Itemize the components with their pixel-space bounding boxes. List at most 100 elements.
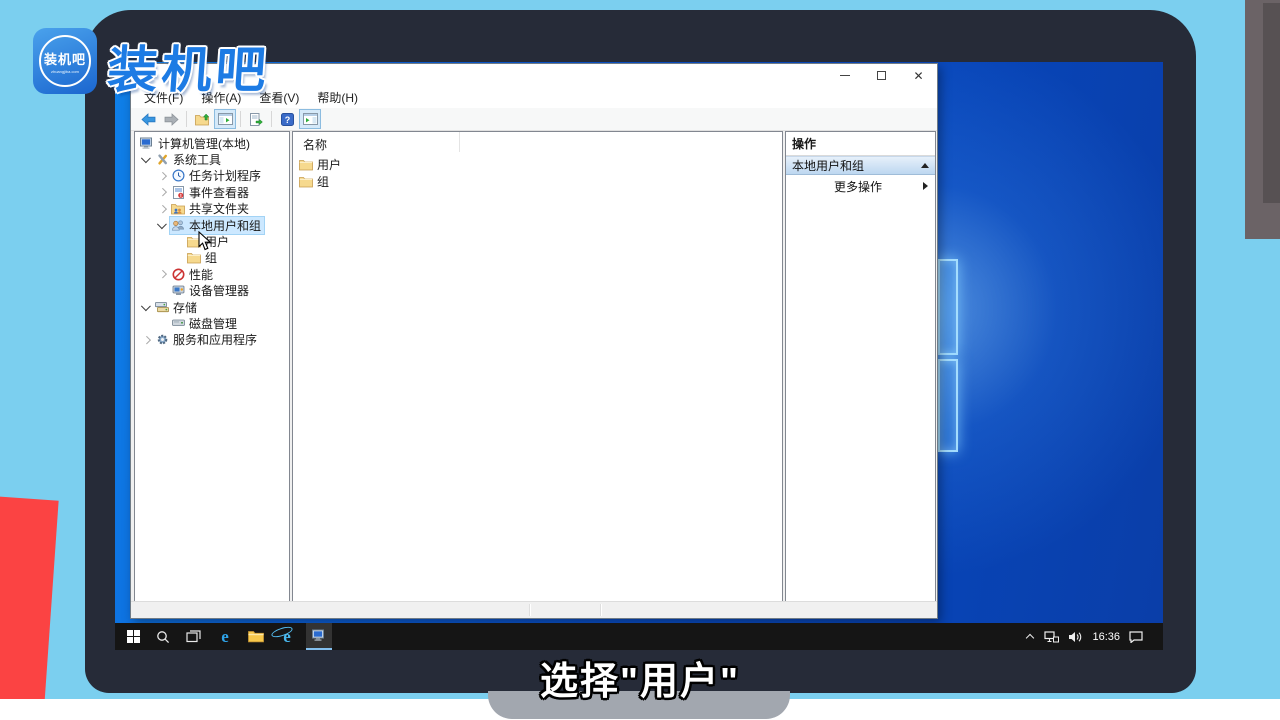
event-viewer-icon xyxy=(170,185,186,199)
tree-item-task-scheduler[interactable]: 任务计划程序 xyxy=(135,168,289,184)
folder-icon xyxy=(186,251,202,265)
console-tree-pane: 计算机管理(本地) 系统工具 任务计划程序 事件查看器 xyxy=(134,131,290,602)
tree-item-label: 性能 xyxy=(189,266,213,283)
tree-item-system-tools[interactable]: 系统工具 xyxy=(135,151,289,167)
tree-item-label: 存储 xyxy=(173,299,197,316)
clock-icon xyxy=(170,169,186,183)
windows-logo-icon xyxy=(127,630,140,643)
export-list-button[interactable] xyxy=(245,109,267,129)
tree-item-label: 任务计划程序 xyxy=(189,167,261,184)
maximize-button[interactable] xyxy=(863,65,900,87)
wallpaper-window-pane-bottom xyxy=(938,359,958,452)
list-item-label: 组 xyxy=(317,173,329,190)
computer-management-taskbar-button[interactable] xyxy=(306,623,332,650)
status-bar xyxy=(131,601,937,617)
tree-item-computer-management[interactable]: 计算机管理(本地) xyxy=(135,135,289,151)
up-one-level-button[interactable] xyxy=(191,109,213,129)
internet-explorer-button[interactable]: e xyxy=(274,623,300,650)
statusbar-separator xyxy=(529,604,530,616)
tree-item-label: 组 xyxy=(205,249,217,266)
search-button[interactable] xyxy=(150,623,176,650)
tree-item-disk-management[interactable]: 磁盘管理 xyxy=(135,315,289,331)
brand-badge: 装机吧 zhuangjiba.com xyxy=(33,28,97,94)
result-list-pane: 名称 用户 组 xyxy=(292,131,783,602)
toolbar: ? xyxy=(131,108,937,131)
maximize-icon xyxy=(877,71,886,80)
tree-item-event-viewer[interactable]: 事件查看器 xyxy=(135,184,289,200)
brand-badge-circle: 装机吧 zhuangjiba.com xyxy=(39,35,91,87)
users-groups-icon xyxy=(170,218,186,232)
collapse-arrow-icon[interactable] xyxy=(921,163,929,168)
desktop-screen: ✕ 文件(F) 操作(A) 查看(V) 帮助(H) xyxy=(115,62,1163,650)
toolbar-separator xyxy=(271,111,272,127)
task-view-icon xyxy=(186,630,201,643)
show-action-pane-button[interactable] xyxy=(299,109,321,129)
show-console-tree-button[interactable] xyxy=(214,109,236,129)
search-icon xyxy=(156,630,170,644)
folder-icon xyxy=(298,158,314,172)
minimize-button[interactable] xyxy=(826,65,863,87)
chevron-right-icon[interactable] xyxy=(155,185,170,200)
services-icon xyxy=(154,333,170,347)
start-button[interactable] xyxy=(120,623,146,650)
system-tray: 16:36 xyxy=(1027,631,1163,643)
chevron-down-icon[interactable] xyxy=(155,218,170,233)
actions-pane: 操作 本地用户和组 更多操作 xyxy=(785,131,936,602)
toolbar-separator xyxy=(240,111,241,127)
tree-item-groups[interactable]: 组 xyxy=(135,250,289,266)
tree-item-services-applications[interactable]: 服务和应用程序 xyxy=(135,332,289,348)
red-accent-shape xyxy=(0,497,59,713)
task-view-button[interactable] xyxy=(180,623,206,650)
tree-item-shared-folders[interactable]: 共享文件夹 xyxy=(135,201,289,217)
list-item-users[interactable]: 用户 xyxy=(293,156,782,173)
chevron-right-icon[interactable] xyxy=(155,201,170,216)
action-pane-icon xyxy=(303,113,318,125)
column-header-name[interactable]: 名称 xyxy=(293,132,782,156)
svg-text:?: ? xyxy=(284,114,290,124)
up-folder-icon xyxy=(195,113,210,126)
right-edge-frame xyxy=(1245,0,1280,239)
chevron-down-icon[interactable] xyxy=(139,152,154,167)
tree-item-users[interactable]: 用户 xyxy=(135,233,289,249)
tree-item-local-users-groups[interactable]: 本地用户和组 xyxy=(135,217,289,233)
close-button[interactable]: ✕ xyxy=(900,65,937,87)
tree-item-performance[interactable]: 性能 xyxy=(135,266,289,282)
help-icon: ? xyxy=(281,113,294,126)
console-tree-icon xyxy=(218,113,233,125)
taskbar-clock[interactable]: 16:36 xyxy=(1092,631,1120,643)
folder-icon xyxy=(298,175,314,189)
brand-badge-text: 装机吧 xyxy=(44,49,86,68)
edge-button[interactable]: e xyxy=(212,623,238,650)
menu-help[interactable]: 帮助(H) xyxy=(308,87,367,108)
chevron-right-icon[interactable] xyxy=(139,332,154,347)
forward-button[interactable] xyxy=(160,109,182,129)
tools-icon xyxy=(154,153,170,167)
back-icon xyxy=(141,113,156,126)
forward-icon xyxy=(164,113,179,126)
tree-item-label: 磁盘管理 xyxy=(189,315,237,332)
action-center-icon[interactable] xyxy=(1129,631,1143,643)
list-item-groups[interactable]: 组 xyxy=(293,173,782,190)
help-button[interactable]: ? xyxy=(276,109,298,129)
volume-icon[interactable] xyxy=(1068,631,1083,643)
file-explorer-icon xyxy=(248,630,264,643)
chevron-right-icon[interactable] xyxy=(155,267,170,282)
chevron-right-icon[interactable] xyxy=(155,168,170,183)
tree-item-storage[interactable]: 存储 xyxy=(135,299,289,315)
device-manager-icon xyxy=(170,284,186,298)
shared-folders-icon xyxy=(170,202,186,216)
tray-chevron-up-icon[interactable] xyxy=(1027,633,1035,641)
brand-badge-domain: zhuangjiba.com xyxy=(51,69,79,74)
export-list-icon xyxy=(249,113,263,126)
more-actions-item[interactable]: 更多操作 xyxy=(786,175,935,197)
back-button[interactable] xyxy=(137,109,159,129)
computer-management-icon xyxy=(312,629,326,642)
toolbar-separator xyxy=(186,111,187,127)
network-icon[interactable] xyxy=(1044,631,1059,643)
computer-icon xyxy=(139,136,155,150)
file-explorer-button[interactable] xyxy=(243,623,269,650)
chevron-down-icon[interactable] xyxy=(139,300,154,315)
tree-item-device-manager[interactable]: 设备管理器 xyxy=(135,283,289,299)
performance-icon xyxy=(170,267,186,281)
actions-group-local-users-groups[interactable]: 本地用户和组 xyxy=(786,156,935,175)
